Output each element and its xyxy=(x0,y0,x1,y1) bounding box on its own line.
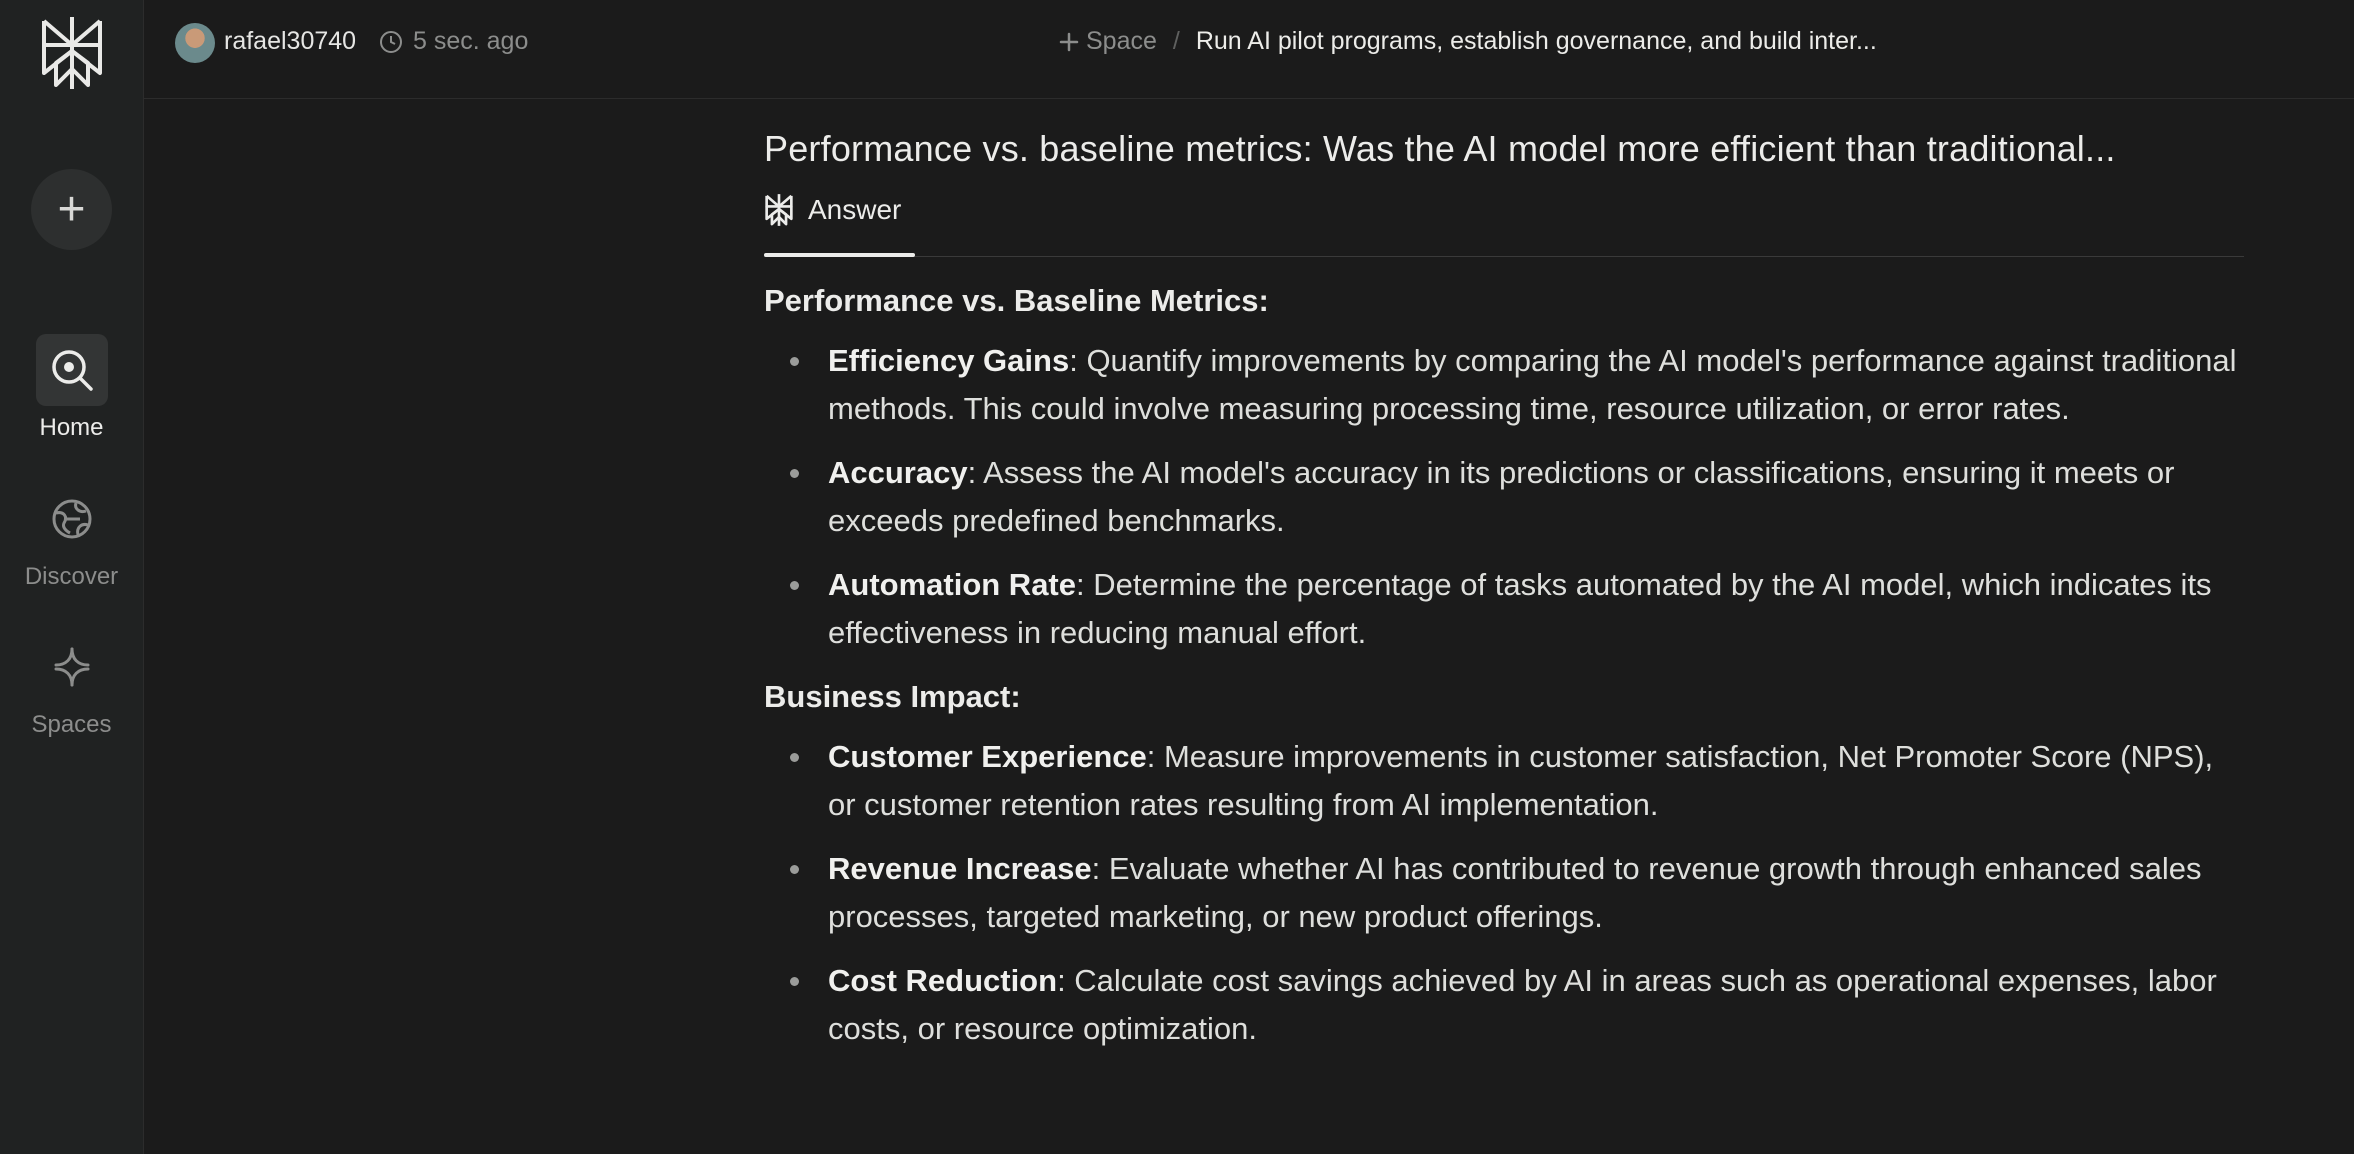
list-item: Automation Rate: Determine the percentag… xyxy=(764,561,2244,657)
section-heading: Business Impact: xyxy=(764,679,1021,714)
bullet-list: Customer Experience: Measure improvement… xyxy=(764,733,2244,1053)
sidebar-item-discover[interactable]: Discover xyxy=(0,483,143,591)
sparkle-icon xyxy=(36,631,108,703)
sidebar: + Home Discover Spaces xyxy=(0,0,144,1154)
space-label: Space xyxy=(1086,27,1157,55)
list-item: Revenue Increase: Evaluate whether AI ha… xyxy=(764,845,2244,941)
list-item: Cost Reduction: Calculate cost savings a… xyxy=(764,957,2244,1053)
clock-icon xyxy=(380,30,402,53)
top-bar: rafael30740 5 sec. ago Space / Run AI pi… xyxy=(144,0,2354,99)
add-to-space-button[interactable]: Space xyxy=(1058,27,1157,56)
answer-body: Performance vs. Baseline Metrics: Effici… xyxy=(764,283,2244,1053)
list-item-term: Customer Experience xyxy=(828,739,1147,774)
sidebar-item-spaces[interactable]: Spaces xyxy=(0,631,143,739)
timestamp-text: 5 sec. ago xyxy=(413,27,529,55)
list-item-term: Cost Reduction xyxy=(828,963,1058,998)
tab-answer[interactable]: Answer xyxy=(764,192,901,254)
breadcrumb-separator: / xyxy=(1172,27,1180,55)
question-title: Performance vs. baseline metrics: Was th… xyxy=(764,128,2116,169)
active-tab-indicator xyxy=(764,253,915,257)
perplexity-logo-icon[interactable] xyxy=(38,15,106,91)
list-item-term: Automation Rate xyxy=(828,567,1076,602)
thread-title[interactable]: Run AI pilot programs, establish governa… xyxy=(1196,27,1877,56)
username[interactable]: rafael30740 xyxy=(224,27,356,56)
list-item: Accuracy: Assess the AI model's accuracy… xyxy=(764,449,2244,545)
perplexity-answer-icon xyxy=(765,194,793,226)
globe-icon xyxy=(36,483,108,555)
list-item-term: Revenue Increase xyxy=(828,851,1092,886)
home-search-icon xyxy=(35,334,108,406)
sidebar-item-label: Home xyxy=(39,414,104,441)
timestamp: 5 sec. ago xyxy=(379,27,528,56)
list-item-term: Efficiency Gains xyxy=(828,343,1070,378)
section-heading: Performance vs. Baseline Metrics: xyxy=(764,283,1269,318)
sidebar-item-label: Spaces xyxy=(31,711,112,738)
tab-answer-label: Answer xyxy=(808,194,902,225)
breadcrumb: Space / Run AI pilot programs, establish… xyxy=(1058,27,1877,56)
list-item: Customer Experience: Measure improvement… xyxy=(764,733,2244,829)
new-thread-button[interactable]: + xyxy=(31,169,112,250)
list-item-text: : Assess the AI model's accuracy in its … xyxy=(828,455,2175,538)
plus-icon xyxy=(1059,32,1079,51)
list-item: Efficiency Gains: Quantify improvements … xyxy=(764,337,2244,433)
bullet-list: Efficiency Gains: Quantify improvements … xyxy=(764,337,2244,657)
answer-tabs: Answer xyxy=(764,192,2244,257)
main-content: Performance vs. baseline metrics: Was th… xyxy=(764,98,2244,1075)
plus-icon: + xyxy=(57,182,86,236)
sidebar-item-home[interactable]: Home xyxy=(0,334,143,442)
sidebar-item-label: Discover xyxy=(24,563,119,590)
list-item-term: Accuracy xyxy=(828,455,968,490)
avatar[interactable] xyxy=(175,23,215,63)
